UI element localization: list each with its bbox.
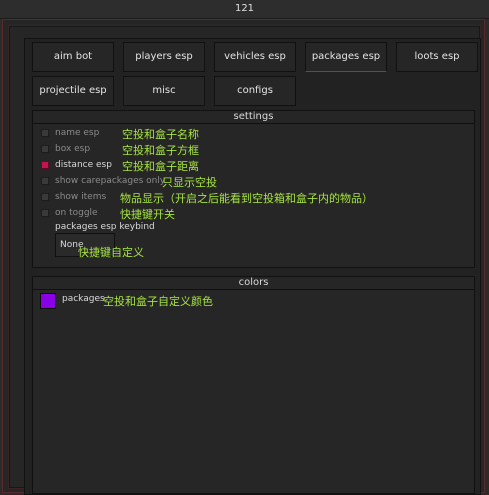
name-esp-annotation: 空投和盒子名称 (122, 128, 199, 141)
keybind-label: packages esp keybind (55, 222, 155, 232)
box-esp-checkbox[interactable] (41, 145, 49, 153)
show-carepackages-checkbox[interactable] (41, 177, 49, 185)
tab-projectile-esp[interactable]: projectile esp (32, 76, 114, 106)
tab-label: projectile esp (39, 85, 107, 96)
tab-aim-bot[interactable]: aim bot (32, 42, 114, 72)
tab-label: configs (237, 85, 273, 96)
name-esp-label: name esp (55, 128, 100, 138)
on-toggle-label: on toggle (55, 208, 98, 218)
show-items-label: show items (55, 192, 107, 202)
on-toggle-checkbox[interactable] (41, 209, 49, 217)
tab-label: misc (152, 85, 176, 96)
name-esp-row[interactable]: name esp (41, 126, 441, 140)
on-toggle-annotation: 快捷键开关 (120, 208, 175, 221)
show-carepackages-annotation: 只显示空投 (162, 176, 217, 189)
settings-header: settings (33, 111, 474, 124)
colors-header: colors (33, 277, 474, 290)
tab-vehicles-esp[interactable]: vehicles esp (214, 42, 296, 72)
tab-label: packages esp (311, 51, 381, 62)
box-esp-label: box esp (55, 144, 91, 154)
show-carepackages-label: show carepackages only (55, 176, 166, 186)
distance-esp-row[interactable]: distance esp (41, 158, 441, 172)
tab-configs[interactable]: configs (214, 76, 296, 106)
colors-section: colors packages 空投和盒子自定义颜色 (32, 276, 475, 494)
on-toggle-row[interactable]: on toggle (41, 206, 441, 220)
keybind-annotation: 快捷键自定义 (78, 246, 144, 259)
tab-loots-esp[interactable]: loots esp (396, 42, 478, 72)
window-frame: aim bot players esp vehicles esp package… (2, 19, 485, 495)
distance-esp-label: distance esp (55, 160, 112, 170)
window-title: 121 (234, 3, 255, 14)
box-esp-annotation: 空投和盒子方框 (122, 144, 199, 157)
packages-color-swatch[interactable] (40, 293, 56, 309)
distance-esp-checkbox[interactable] (41, 161, 49, 169)
settings-section: settings name esp 空投和盒子名称 box esp 空投和盒子方… (32, 110, 475, 268)
tab-misc[interactable]: misc (123, 76, 205, 106)
tab-packages-esp[interactable]: packages esp (305, 42, 387, 72)
box-esp-row[interactable]: box esp (41, 142, 441, 156)
tab-label: aim bot (53, 51, 93, 62)
packages-color-label: packages (62, 294, 105, 304)
tab-label: loots esp (414, 51, 460, 62)
show-items-annotation: 物品显示（开启之后能看到空投箱和盒子内的物品） (120, 192, 373, 205)
tab-players-esp[interactable]: players esp (123, 42, 205, 72)
name-esp-checkbox[interactable] (41, 129, 49, 137)
distance-esp-annotation: 空投和盒子距离 (122, 160, 199, 173)
show-carepackages-row[interactable]: show carepackages only (41, 174, 441, 188)
packages-color-annotation: 空投和盒子自定义颜色 (103, 295, 213, 308)
window-inner-frame: aim bot players esp vehicles esp package… (8, 25, 481, 495)
window-titlebar: 121 (0, 0, 489, 19)
main-panel: aim bot players esp vehicles esp package… (24, 38, 481, 495)
tab-label: players esp (135, 51, 193, 62)
show-items-checkbox[interactable] (41, 193, 49, 201)
tab-label: vehicles esp (224, 51, 286, 62)
